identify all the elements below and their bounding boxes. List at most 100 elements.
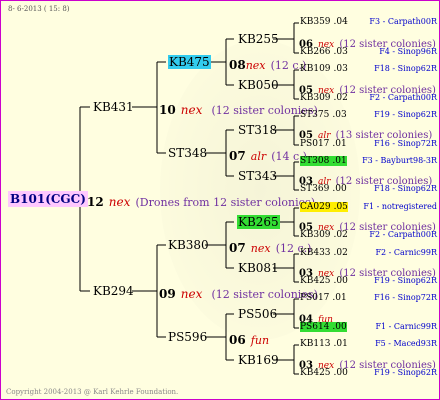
leaf-origin: F19 - Sinop62R xyxy=(374,276,437,285)
mark-text: fun xyxy=(250,334,270,347)
leaf-origin: F1 - Carnic99R xyxy=(375,322,437,331)
leaf-number: .00 xyxy=(332,184,347,194)
mark-text: nex xyxy=(180,103,203,117)
leaf-id: KB309 xyxy=(300,230,331,240)
leaf-id-group: ST375.03 xyxy=(300,110,347,120)
mark-text: nex xyxy=(180,287,203,301)
leaf-number: .01 xyxy=(332,156,347,166)
leaf-id: ST369 xyxy=(300,184,330,194)
leaf-id-group: KB425.00 xyxy=(300,368,348,378)
leaf-id: KB433 xyxy=(300,248,331,258)
leaf-id-group: PS614.00 xyxy=(300,322,347,332)
leaf-id-group: ST308.01 xyxy=(300,156,347,166)
mark-text: nex xyxy=(108,195,131,209)
pairing-level2: 08nex (12 c.) xyxy=(229,56,306,72)
leaf-origin: F3 - Carpath00R xyxy=(369,17,437,26)
leaf-id: KB266 xyxy=(300,47,331,57)
node-level2: PS596 xyxy=(168,330,208,344)
generation-number: 08 xyxy=(229,58,246,72)
node-level3: KB050 xyxy=(238,78,279,92)
leaf-id-group: PS017.01 xyxy=(300,293,347,303)
mark-text: nex xyxy=(245,59,266,72)
node-level3: KB265 xyxy=(237,215,280,229)
root-node: B101(CGC) xyxy=(8,191,88,207)
leaf-id: KB425 xyxy=(300,368,331,378)
leaf-number: .00 xyxy=(333,276,348,286)
leaf-number: .03 xyxy=(333,64,348,74)
mark-text: nex xyxy=(250,242,271,255)
leaf-number: .02 xyxy=(333,230,348,240)
leaf-id-group: KB359.04 xyxy=(300,17,348,27)
leaf-origin: F2 - Carpath00R xyxy=(369,93,437,102)
generation-number: 12 xyxy=(87,195,104,209)
leaf-id: CA029 xyxy=(300,202,331,212)
leaf-origin: F4 - Sinop96R xyxy=(379,47,437,56)
node-level2: KB380 xyxy=(168,238,209,252)
leaf-id: KB359 xyxy=(300,17,331,27)
leaf-id-group: KB109.03 xyxy=(300,64,348,74)
leaf-origin: F2 - Carnic99R xyxy=(375,248,437,257)
leaf-number: .02 xyxy=(333,93,348,103)
leaf-id: PS614 xyxy=(300,322,330,332)
node-level2: KB475 xyxy=(168,55,211,69)
leaf-id-group: KB309.02 xyxy=(300,230,348,240)
leaf-id: PS017 xyxy=(300,139,330,149)
leaf-number: .05 xyxy=(333,202,348,212)
leaf-number: .04 xyxy=(333,17,348,27)
pairing-level2: 06 fun xyxy=(229,331,269,347)
leaf-number: .03 xyxy=(332,110,347,120)
node-level3: KB255 xyxy=(238,32,279,46)
leaf-number: .01 xyxy=(333,339,348,349)
leaf-id: KB425 xyxy=(300,276,331,286)
pairing-level2: 07 alr (14 c.) xyxy=(229,147,307,163)
node-level3: ST318 xyxy=(238,123,278,137)
leaf-id-group: CA029.05 xyxy=(300,202,348,212)
leaf-id: KB113 xyxy=(300,339,331,349)
leaf-id-group: ST369.00 xyxy=(300,184,347,194)
root-pairing: 12 nex (Drones from 12 sister colonies) xyxy=(87,193,315,209)
node-level3: KB169 xyxy=(238,353,279,367)
leaf-origin: F19 - Sinop62R xyxy=(374,368,437,377)
generation-number: 09 xyxy=(159,287,176,301)
leaf-origin: F18 - Sinop62R xyxy=(374,184,437,193)
leaf-number: .01 xyxy=(332,293,347,303)
leaf-id-group: KB309.02 xyxy=(300,93,348,103)
leaf-id-group: KB266.03 xyxy=(300,47,348,57)
leaf-number: .01 xyxy=(332,139,347,149)
generation-number: 06 xyxy=(229,333,246,347)
generation-number: 07 xyxy=(229,241,246,255)
leaf-origin: F5 - Maced93R xyxy=(375,339,437,348)
leaf-origin: F3 - Bayburt98-3R xyxy=(362,156,437,165)
leaf-id-group: KB433.02 xyxy=(300,248,348,258)
leaf-number: .03 xyxy=(333,47,348,57)
drone-note: (Drones from 12 sister colonies) xyxy=(135,196,316,209)
mark-text: alr xyxy=(250,150,267,163)
generation-number: 07 xyxy=(229,149,246,163)
leaf-origin: F19 - Sinop62R xyxy=(374,110,437,119)
node-level3: PS506 xyxy=(238,307,278,321)
leaf-id: KB309 xyxy=(300,93,331,103)
leaf-id: KB109 xyxy=(300,64,331,74)
node-level2: ST348 xyxy=(168,146,208,160)
node-level1: KB431 xyxy=(93,100,134,114)
leaf-id-group: KB425.00 xyxy=(300,276,348,286)
leaf-origin: F16 - Sinop72R xyxy=(374,139,437,148)
copyright-footer: Copyright 2004-2013 @ Karl Kehrle Founda… xyxy=(6,388,179,396)
leaf-number: .00 xyxy=(332,322,347,332)
leaf-id: ST375 xyxy=(300,110,330,120)
leaf-id-group: KB113.01 xyxy=(300,339,348,349)
leaf-id-group: PS017.01 xyxy=(300,139,347,149)
node-level3: KB081 xyxy=(238,261,279,275)
leaf-origin: F2 - Carpath00R xyxy=(369,230,437,239)
leaf-number: .02 xyxy=(333,248,348,258)
date-stamp: 8- 6-2013 ( 15: 8) xyxy=(8,5,70,13)
leaf-id: PS017 xyxy=(300,293,330,303)
node-level3: ST343 xyxy=(238,169,278,183)
leaf-origin: F16 - Sinop72R xyxy=(374,293,437,302)
leaf-number: .00 xyxy=(333,368,348,378)
leaf-origin: F18 - Sinop62R xyxy=(374,64,437,73)
leaf-origin: F1 - notregistered xyxy=(363,202,437,211)
leaf-id: ST308 xyxy=(300,156,330,166)
pairing-level1: 10 nex (12 sister colonies) xyxy=(159,101,318,117)
node-level1: KB294 xyxy=(93,284,134,298)
